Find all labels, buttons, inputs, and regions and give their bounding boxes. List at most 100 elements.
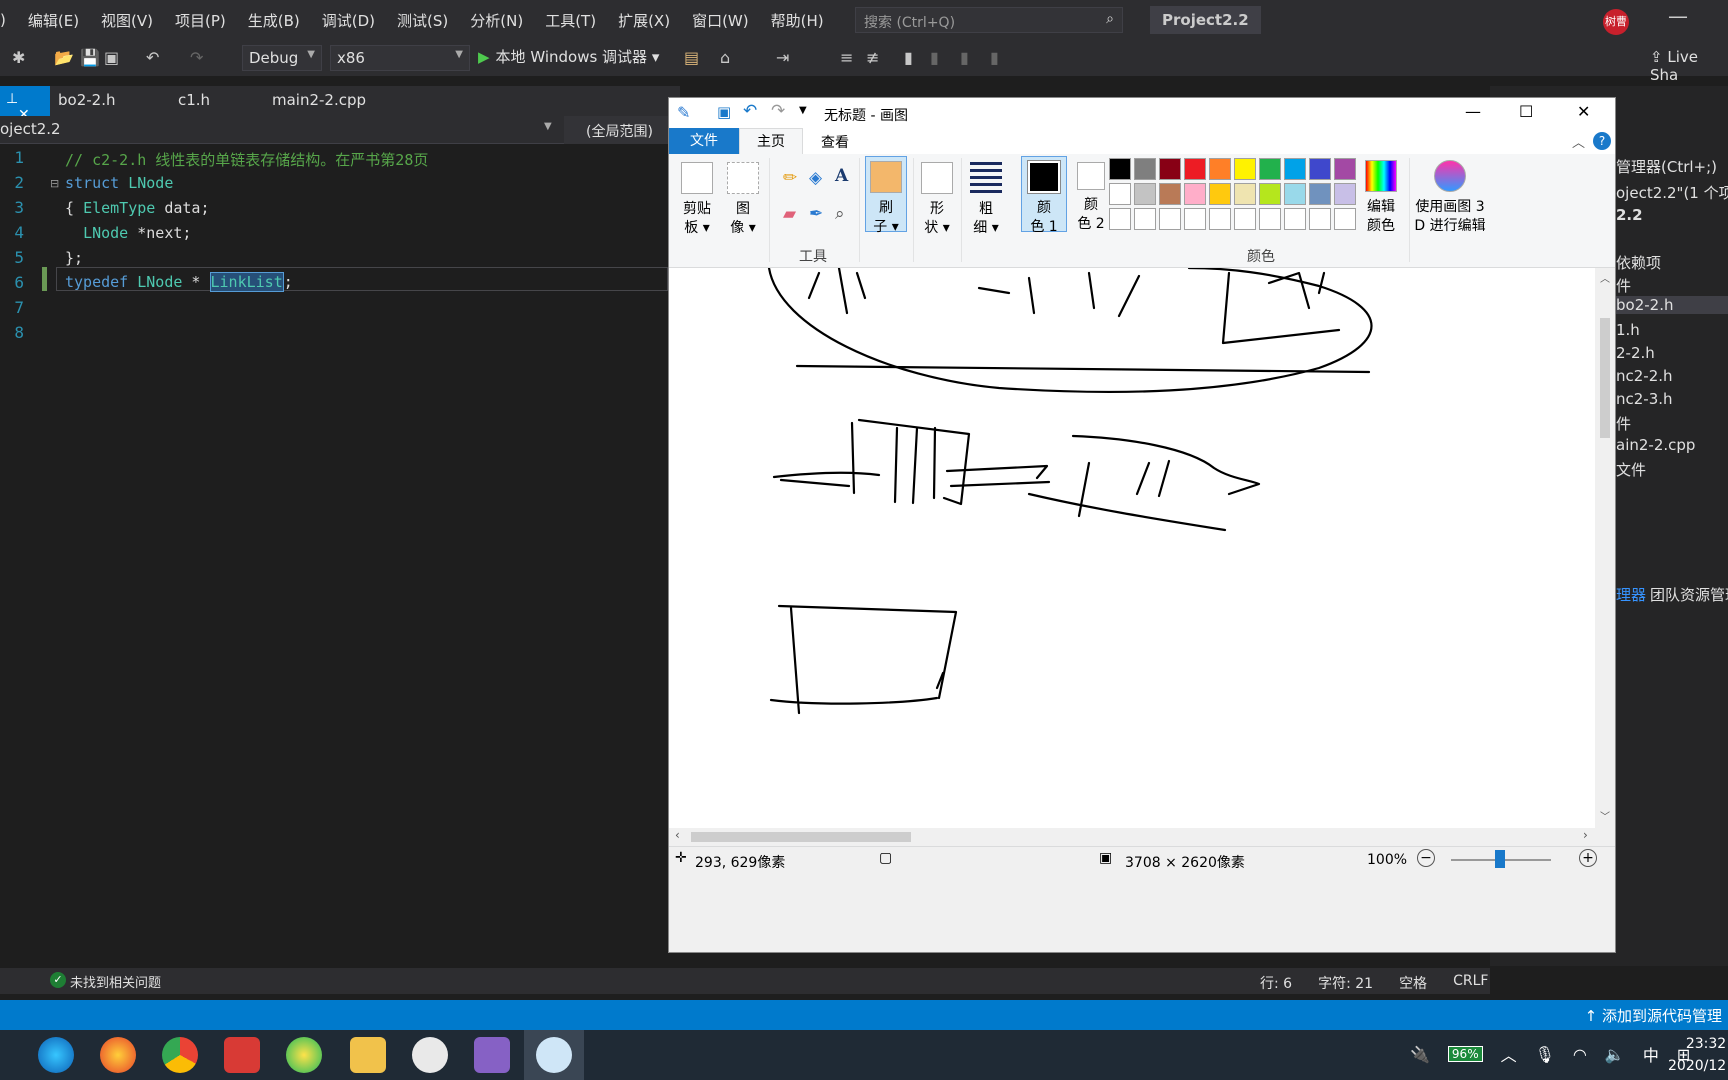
menu-analyze[interactable]: 分析(N) xyxy=(470,10,523,31)
uncomment-icon[interactable]: ≢ xyxy=(866,48,879,67)
tree-item[interactable]: ain2-2.cpp xyxy=(1616,436,1695,454)
zoom-in-icon[interactable]: + xyxy=(1579,849,1597,867)
color2-button[interactable]: 颜色 2 xyxy=(1071,162,1111,234)
color-swatch[interactable] xyxy=(1159,208,1181,230)
solution-search[interactable]: 管理器(Ctrl+;) xyxy=(1616,156,1717,177)
zoom-out-icon[interactable]: − xyxy=(1417,849,1435,867)
text-icon[interactable]: A xyxy=(835,166,848,186)
menu-help[interactable]: 帮助(H) xyxy=(771,10,824,31)
vertical-scrollbar[interactable]: ︿ ﹀ xyxy=(1595,268,1615,828)
clock[interactable]: 23:32 2020/12 xyxy=(1668,1033,1726,1077)
netease-music-icon[interactable] xyxy=(224,1037,260,1073)
minimize-icon[interactable]: — xyxy=(1668,4,1688,28)
paint-icon[interactable] xyxy=(536,1037,572,1073)
color-swatch[interactable] xyxy=(1134,158,1156,180)
color-swatch[interactable] xyxy=(1209,183,1231,205)
color-swatch[interactable] xyxy=(1284,158,1306,180)
menu-build[interactable]: 生成(B) xyxy=(248,10,300,31)
new-item-icon[interactable]: ✱ xyxy=(12,48,25,67)
project-node[interactable]: 2.2 xyxy=(1616,206,1643,224)
menu-edit[interactable]: 编辑(E) xyxy=(28,10,79,31)
save-icon[interactable]: 💾 xyxy=(80,48,100,67)
drawing-canvas[interactable] xyxy=(669,268,1615,828)
chevron-down-icon[interactable]: ﹀ xyxy=(1600,808,1610,823)
paint3d-button[interactable]: 使用画图 3 D 进行编辑 xyxy=(1413,160,1487,236)
vs-search-input[interactable]: 搜索 (Ctrl+Q) ⌕ xyxy=(855,7,1123,33)
microphone-icon[interactable]: 🎙 xyxy=(1535,1045,1555,1064)
chevron-up-icon[interactable]: ︿ xyxy=(1600,270,1610,285)
color-swatch[interactable] xyxy=(1309,183,1331,205)
color-swatch[interactable] xyxy=(1259,183,1281,205)
color-swatch[interactable] xyxy=(1109,183,1131,205)
bookmark-icon[interactable]: ▮ xyxy=(904,48,913,67)
menu-tools[interactable]: 工具(T) xyxy=(545,10,596,31)
color-swatch[interactable] xyxy=(1159,158,1181,180)
menu-project[interactable]: 项目(P) xyxy=(175,10,226,31)
nav-scope[interactable]: (全局范围) xyxy=(564,116,680,144)
bookmark-clear-icon[interactable]: ▮ xyxy=(990,48,999,67)
pencil-icon[interactable]: ✏ xyxy=(783,168,797,188)
eol-info[interactable]: CRLF xyxy=(1453,973,1488,993)
tree-item[interactable]: 依赖项 xyxy=(1616,252,1661,273)
volume-icon[interactable]: 🔈 xyxy=(1605,1045,1625,1064)
menu-view[interactable]: 视图(V) xyxy=(101,10,153,31)
zoom-slider-thumb[interactable] xyxy=(1495,850,1505,868)
add-source-control[interactable]: ↑ 添加到源代码管理 xyxy=(1585,1005,1722,1026)
avatar[interactable]: 树曹 xyxy=(1603,9,1629,35)
start-debug-button[interactable]: ▶ 本地 Windows 调试器 ▾ xyxy=(478,46,659,67)
color-swatch[interactable] xyxy=(1109,208,1131,230)
chevron-down-icon[interactable]: ▼ xyxy=(544,121,552,132)
size-button[interactable]: 粗细 ▾ xyxy=(965,162,1007,238)
power-icon[interactable]: 🔌 xyxy=(1410,1045,1430,1064)
color-swatch[interactable] xyxy=(1259,208,1281,230)
qq-music-icon[interactable] xyxy=(286,1037,322,1073)
tree-item[interactable]: 文件 xyxy=(1616,459,1646,480)
help-icon[interactable]: ? xyxy=(1593,132,1611,150)
visual-studio-icon[interactable] xyxy=(474,1037,510,1073)
tab-team-explorer[interactable]: 团队资源管理 xyxy=(1650,584,1728,605)
folder-icon[interactable]: ▤ xyxy=(684,48,699,67)
tree-item[interactable]: 件 xyxy=(1616,275,1631,296)
save-all-icon[interactable]: ▣ xyxy=(104,48,119,67)
clipboard-button[interactable]: 剪贴板 ▾ xyxy=(679,162,715,238)
fill-icon[interactable]: ◈ xyxy=(809,168,822,188)
tree-item[interactable]: nc2-3.h xyxy=(1616,390,1673,408)
home-icon[interactable]: ⌂ xyxy=(720,48,730,67)
color-swatch[interactable] xyxy=(1309,158,1331,180)
bookmark-prev-icon[interactable]: ▮ xyxy=(930,48,939,67)
edge-icon[interactable] xyxy=(38,1037,74,1073)
redo-icon[interactable]: ↷ xyxy=(771,101,785,121)
solution-root[interactable]: oject2.2"(1 个项 xyxy=(1616,182,1728,203)
color-swatch[interactable] xyxy=(1109,158,1131,180)
scroll-thumb[interactable] xyxy=(691,832,911,842)
close-icon[interactable]: ✕ xyxy=(1577,102,1590,121)
magnifier-icon[interactable]: ⌕ xyxy=(835,204,845,224)
color-swatch[interactable] xyxy=(1284,208,1306,230)
menu-test[interactable]: 测试(S) xyxy=(397,10,448,31)
tab-home[interactable]: 主页 xyxy=(739,128,803,155)
pin-icon[interactable]: ⊥ xyxy=(6,91,18,107)
undo-icon[interactable]: ↶ xyxy=(743,101,757,121)
wifi-icon[interactable]: ◠ xyxy=(1573,1045,1587,1064)
color-swatch[interactable] xyxy=(1334,208,1356,230)
color-picker-icon[interactable]: ✒ xyxy=(809,204,823,224)
color-swatch[interactable] xyxy=(1159,183,1181,205)
battery-indicator[interactable]: 96% xyxy=(1447,1046,1483,1062)
color-swatch[interactable] xyxy=(1184,208,1206,230)
color-swatch[interactable] xyxy=(1134,183,1156,205)
color-swatch[interactable] xyxy=(1209,158,1231,180)
shapes-button[interactable]: 形状 ▾ xyxy=(919,162,955,238)
bookmark-next-icon[interactable]: ▮ xyxy=(960,48,969,67)
nav-project[interactable]: oject2.2 xyxy=(0,120,61,138)
firefox-icon[interactable] xyxy=(100,1037,136,1073)
maximize-icon[interactable]: ☐ xyxy=(1519,102,1533,121)
color-swatch[interactable] xyxy=(1334,158,1356,180)
config-combo[interactable]: Debug ▼ xyxy=(242,45,322,71)
edit-colors-button[interactable]: 编辑 颜色 xyxy=(1359,160,1403,236)
tree-item[interactable]: 2-2.h xyxy=(1616,344,1655,362)
ime-indicator[interactable]: 中 xyxy=(1643,1042,1659,1066)
color1-button[interactable]: 颜色 1 xyxy=(1021,156,1067,235)
tree-item-selected[interactable]: bo2-2.h xyxy=(1610,296,1728,314)
scroll-thumb[interactable] xyxy=(1600,318,1610,438)
open-folder-icon[interactable]: 📂 xyxy=(54,48,74,67)
